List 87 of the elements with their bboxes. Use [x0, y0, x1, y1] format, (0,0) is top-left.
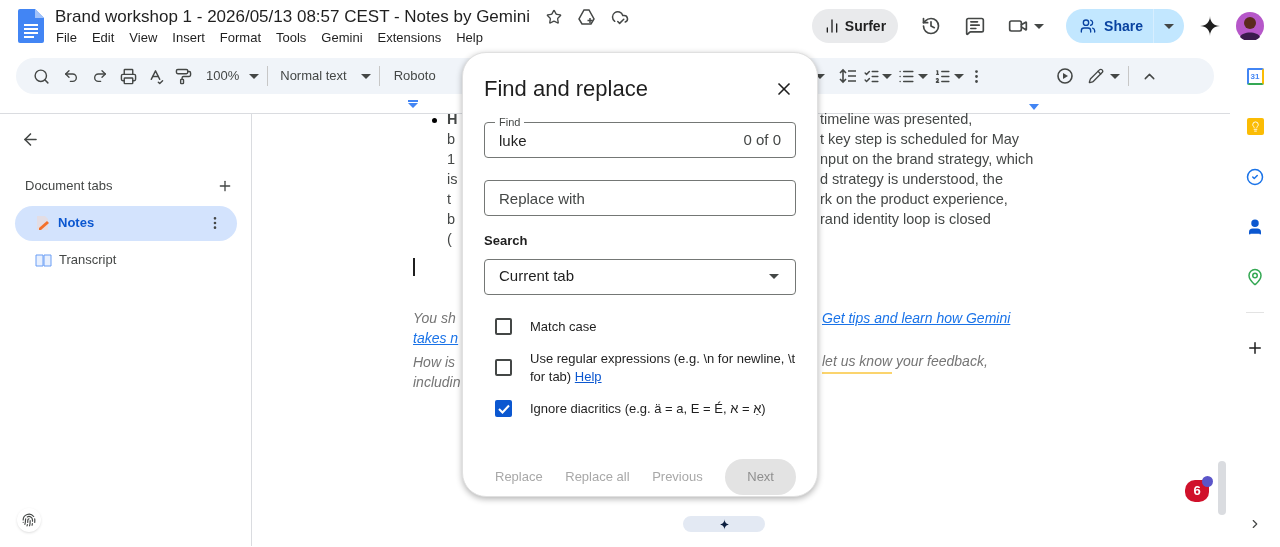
- numbered-list-button[interactable]: [933, 67, 964, 85]
- document-text: b: [447, 130, 456, 150]
- indent-marker-icon[interactable]: [408, 100, 418, 108]
- menu-item[interactable]: Edit: [90, 28, 116, 47]
- star-icon[interactable]: [546, 8, 562, 25]
- drive-add-icon[interactable]: [578, 8, 595, 25]
- zoom-dropdown[interactable]: 100%: [206, 66, 260, 86]
- bullet-icon: [432, 117, 437, 123]
- document-text: rk on the product experience,: [820, 190, 1008, 210]
- field-label: Find: [495, 116, 525, 128]
- replace-field[interactable]: Replace with: [484, 180, 796, 216]
- back-arrow-icon[interactable]: [21, 130, 40, 149]
- menu-item[interactable]: Gemini: [320, 28, 364, 47]
- notification-badge[interactable]: 6: [1185, 480, 1209, 502]
- caret-icon: [1034, 23, 1045, 29]
- fingerprint-button[interactable]: [17, 508, 41, 532]
- book-icon: [35, 253, 52, 267]
- caret-icon: [1109, 73, 1120, 79]
- caret-icon: [953, 73, 964, 79]
- tab-label: Notes: [58, 214, 95, 233]
- dialog-title: Find and replace: [484, 75, 648, 103]
- link[interactable]: let us know: [822, 350, 893, 374]
- document-text: timeline was presented,: [820, 110, 973, 130]
- note-text: includin: [413, 372, 461, 392]
- search-scope-dropdown[interactable]: Current tab: [484, 258, 796, 295]
- surfer-button[interactable]: Surfer: [811, 9, 899, 43]
- document-text: b: [447, 210, 456, 230]
- checkbox[interactable]: [495, 359, 512, 376]
- caret-icon: [881, 73, 892, 79]
- font-dropdown[interactable]: Roboto: [393, 66, 436, 86]
- document-text: is: [447, 170, 458, 190]
- option-label: Match case: [530, 317, 598, 336]
- menu-item[interactable]: View: [128, 28, 159, 47]
- text-cursor: [413, 258, 415, 276]
- document-text: nput on the brand strategy, which: [820, 150, 1034, 170]
- tasks-icon[interactable]: [1246, 168, 1264, 186]
- editing-mode-button[interactable]: [1087, 68, 1120, 84]
- people-icon: [1080, 18, 1097, 34]
- caret-icon: [249, 73, 260, 79]
- caret-icon: [917, 73, 928, 79]
- document-text: H: [447, 110, 458, 130]
- menu-item[interactable]: Help: [455, 28, 484, 47]
- note-text: You sh: [413, 308, 456, 328]
- link[interactable]: takes n: [413, 327, 459, 349]
- style-dropdown[interactable]: Normal text: [280, 66, 371, 86]
- note-text: your feedback,: [894, 351, 988, 371]
- document-title[interactable]: Brand workshop 1 - 2026/05/13 08:57 CEST - Notes by Gemini: [55, 5, 530, 28]
- tab-label: Transcript: [59, 251, 117, 270]
- document-tab[interactable]: Transcript: [15, 242, 237, 278]
- add-addon-icon[interactable]: [1246, 339, 1264, 357]
- checkbox[interactable]: [495, 318, 512, 335]
- indent-marker-icon[interactable]: [1029, 104, 1039, 110]
- caret-icon: [769, 274, 779, 279]
- note-text: How is: [413, 352, 455, 372]
- sparkle-icon: [718, 518, 730, 530]
- checkbox[interactable]: [495, 400, 512, 417]
- document-tab[interactable]: Notes: [15, 205, 237, 241]
- caret-icon: [1164, 23, 1174, 29]
- menu-item[interactable]: File: [55, 28, 78, 47]
- option-label: Ignore diacritics (e.g. ä = a, E = É, אַ = א): [530, 399, 767, 418]
- contacts-icon[interactable]: [1246, 218, 1264, 236]
- menu-item[interactable]: Tools: [275, 28, 308, 47]
- docs-logo-icon[interactable]: [18, 9, 44, 43]
- document-text: 1: [447, 150, 456, 170]
- search-label: Search: [484, 232, 529, 250]
- menu-item[interactable]: Insert: [171, 28, 206, 47]
- document-text: t: [447, 190, 452, 210]
- calendar-icon[interactable]: 31: [1246, 68, 1264, 85]
- scrollbar[interactable]: [1218, 461, 1226, 515]
- section-heading: Document tabs: [25, 177, 113, 195]
- option-label: Use regular expressions (e.g. \n for newline, \t for tab) Help: [530, 349, 796, 386]
- link[interactable]: Get tips and learn how Gemini: [822, 307, 1011, 329]
- notes-icon: [35, 215, 51, 231]
- menu-item[interactable]: Format: [218, 28, 262, 47]
- document-text: d strategy is understood, the: [820, 170, 1003, 190]
- document-text: rand identity loop is closed: [820, 210, 991, 230]
- maps-icon[interactable]: [1246, 268, 1264, 286]
- help-link[interactable]: Help: [574, 368, 602, 384]
- document-text: (: [447, 230, 452, 250]
- fingerprint-icon: [22, 513, 36, 527]
- document-text: t key step is scheduled for May: [820, 130, 1020, 150]
- match-count: 0 of 0: [743, 129, 781, 150]
- gemini-icon[interactable]: [1200, 16, 1220, 36]
- avatar[interactable]: [1236, 12, 1264, 40]
- share-button[interactable]: Share: [1066, 9, 1184, 43]
- caret-icon: [360, 73, 371, 79]
- menu-item[interactable]: Extensions: [376, 28, 443, 47]
